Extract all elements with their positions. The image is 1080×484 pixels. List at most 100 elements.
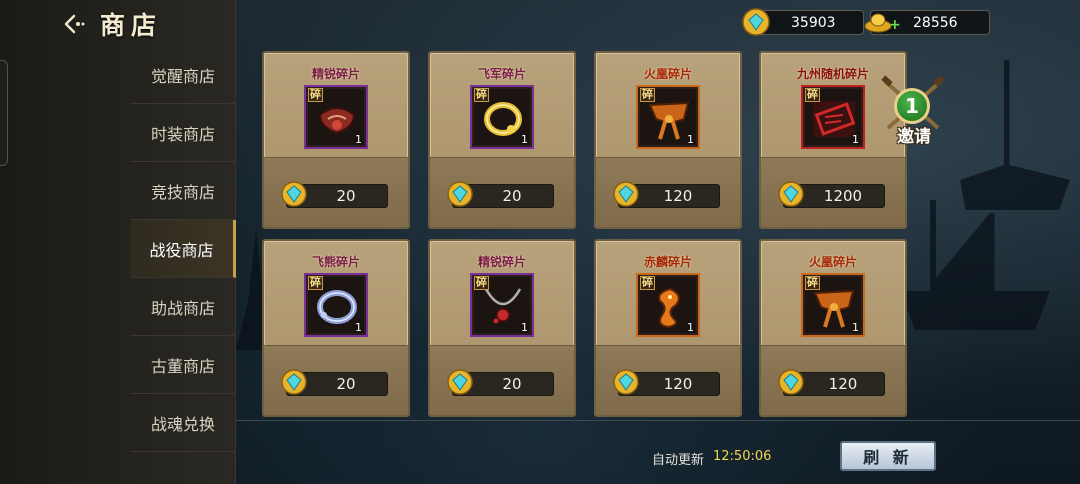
fragment-badge: 碎 — [308, 88, 323, 102]
back-arrow-icon[interactable] — [62, 11, 88, 37]
item-slot[interactable]: 碎1 — [470, 273, 534, 337]
price-section: 120 — [596, 157, 740, 227]
item-name: 飞军碎片 — [477, 67, 526, 81]
invite-count-badge: 1 — [894, 88, 930, 124]
gem-coin-icon — [613, 181, 639, 207]
item-name: 精锐碎片 — [477, 255, 526, 269]
shop-item-card[interactable]: 火凰碎片碎 1 120 — [759, 239, 907, 417]
sidebar-item-awakening-shop[interactable]: 觉醒商店 — [130, 46, 236, 104]
random-seal-icon — [813, 101, 856, 137]
item-info: 火凰碎片碎 1 — [596, 53, 740, 159]
item-quantity: 1 — [521, 321, 528, 334]
item-price: 1200 — [823, 187, 863, 205]
shop-item-card[interactable]: 飞军碎片碎 1 20 — [428, 51, 576, 229]
fragment-badge: 碎 — [640, 88, 655, 102]
price-section: 20 — [264, 345, 408, 415]
gold-amount: 28556 — [913, 14, 958, 31]
item-price: 20 — [336, 187, 356, 205]
item-info: 精锐碎片碎 1 — [264, 53, 408, 159]
fragment-badge: 碎 — [805, 276, 820, 290]
item-quantity: 1 — [355, 321, 362, 334]
item-price: 120 — [663, 187, 693, 205]
sidebar-item-campaign-shop[interactable]: 战役商店 — [130, 220, 236, 278]
divider — [236, 420, 1080, 421]
orange-belt-icon — [648, 101, 690, 140]
gold-balance: + 28556 — [864, 10, 990, 35]
item-quantity: 1 — [687, 321, 694, 334]
fragment-badge: 碎 — [640, 276, 655, 290]
item-info: 飞熊碎片碎 1 — [264, 241, 408, 347]
gem-coin-icon — [447, 369, 473, 395]
shop-item-card[interactable]: 火凰碎片碎 1 120 — [594, 51, 742, 229]
item-info: 精锐碎片碎 1 — [430, 241, 574, 347]
shop-item-card[interactable]: 精锐碎片碎 1 20 — [262, 51, 410, 229]
invite-button[interactable]: 1 邀请 — [880, 74, 946, 150]
gem-coin-icon — [447, 181, 473, 207]
item-name: 赤麟碎片 — [643, 255, 692, 269]
gem-coin-icon — [778, 369, 804, 395]
item-slot[interactable]: 碎1 — [636, 273, 700, 337]
gem-coin-icon — [281, 181, 307, 207]
sidebar-item-fashion-shop[interactable]: 时装商店 — [130, 104, 236, 162]
item-slot[interactable]: 碎1 — [801, 85, 865, 149]
refresh-button[interactable]: 刷 新 — [840, 441, 936, 471]
item-info: 火凰碎片碎 1 — [761, 241, 905, 347]
fragment-badge: 碎 — [474, 88, 489, 102]
price-section: 20 — [430, 157, 574, 227]
item-slot[interactable]: 碎1 — [304, 273, 368, 337]
item-info: 赤麟碎片碎 1 — [596, 241, 740, 347]
sidebar-item-arena-shop[interactable]: 竞技商店 — [130, 162, 236, 220]
item-price: 120 — [663, 375, 693, 393]
fragment-badge: 碎 — [474, 276, 489, 290]
gold-ring-icon — [484, 102, 522, 136]
item-quantity: 1 — [521, 133, 528, 146]
page-title: 商店 — [100, 11, 163, 40]
item-price: 120 — [828, 375, 858, 393]
price-section: 120 — [596, 345, 740, 415]
item-quantity: 1 — [687, 133, 694, 146]
item-slot[interactable]: 碎1 — [636, 85, 700, 149]
sidebar-item-support-shop[interactable]: 助战商店 — [130, 278, 236, 336]
shop-item-card[interactable]: 精锐碎片碎 1 20 — [428, 239, 576, 417]
fragment-badge: 碎 — [805, 88, 820, 102]
silver-ring-icon — [317, 290, 357, 324]
fragment-badge: 碎 — [308, 276, 323, 290]
gem-coin-icon — [742, 8, 770, 36]
item-price: 20 — [502, 375, 522, 393]
gem-coin-icon — [613, 369, 639, 395]
gem-coin-icon — [281, 369, 307, 395]
pendant-icon — [484, 288, 522, 324]
sidebar-item-antique-shop[interactable]: 古董商店 — [130, 336, 236, 394]
header: 商店 — [62, 6, 162, 42]
dragon-icon — [658, 287, 680, 329]
gem-balance: 35903 — [742, 8, 864, 36]
item-price: 20 — [336, 375, 356, 393]
shop-item-card[interactable]: 赤麟碎片碎 1 120 — [594, 239, 742, 417]
item-info: 飞军碎片碎 1 — [430, 53, 574, 159]
item-name: 火凰碎片 — [643, 67, 692, 81]
sidebar: 商店 觉醒商店 时装商店 竞技商店 战役商店 助战商店 古董商店 战魂兑换 — [0, 0, 236, 484]
auto-refresh-label: 自动更新 — [652, 453, 705, 468]
item-quantity: 1 — [355, 133, 362, 146]
red-belt-icon — [318, 107, 356, 135]
price-section: 20 — [264, 157, 408, 227]
ship-silhouette — [960, 60, 1070, 210]
item-name: 飞熊碎片 — [311, 255, 360, 269]
item-slot[interactable]: 碎1 — [304, 85, 368, 149]
price-section: 20 — [430, 345, 574, 415]
add-gold-icon[interactable]: + — [889, 17, 901, 33]
ship-silhouette — [900, 200, 1050, 330]
price-section: 120 — [761, 345, 905, 415]
invite-label: 邀请 — [897, 127, 931, 147]
gem-amount: 35903 — [791, 14, 836, 31]
item-quantity: 1 — [852, 133, 859, 146]
shop-nav: 觉醒商店 时装商店 竞技商店 战役商店 助战商店 古董商店 战魂兑换 — [130, 46, 236, 452]
item-slot[interactable]: 碎1 — [470, 85, 534, 149]
gem-coin-icon — [778, 181, 804, 207]
shop-item-card[interactable]: 飞熊碎片碎 1 20 — [262, 239, 410, 417]
side-tab-handle[interactable] — [0, 60, 8, 166]
item-slot[interactable]: 碎1 — [801, 273, 865, 337]
orange-belt-icon — [813, 289, 855, 328]
sidebar-item-soul-exchange[interactable]: 战魂兑换 — [130, 394, 236, 452]
price-section: 1200 — [761, 157, 905, 227]
